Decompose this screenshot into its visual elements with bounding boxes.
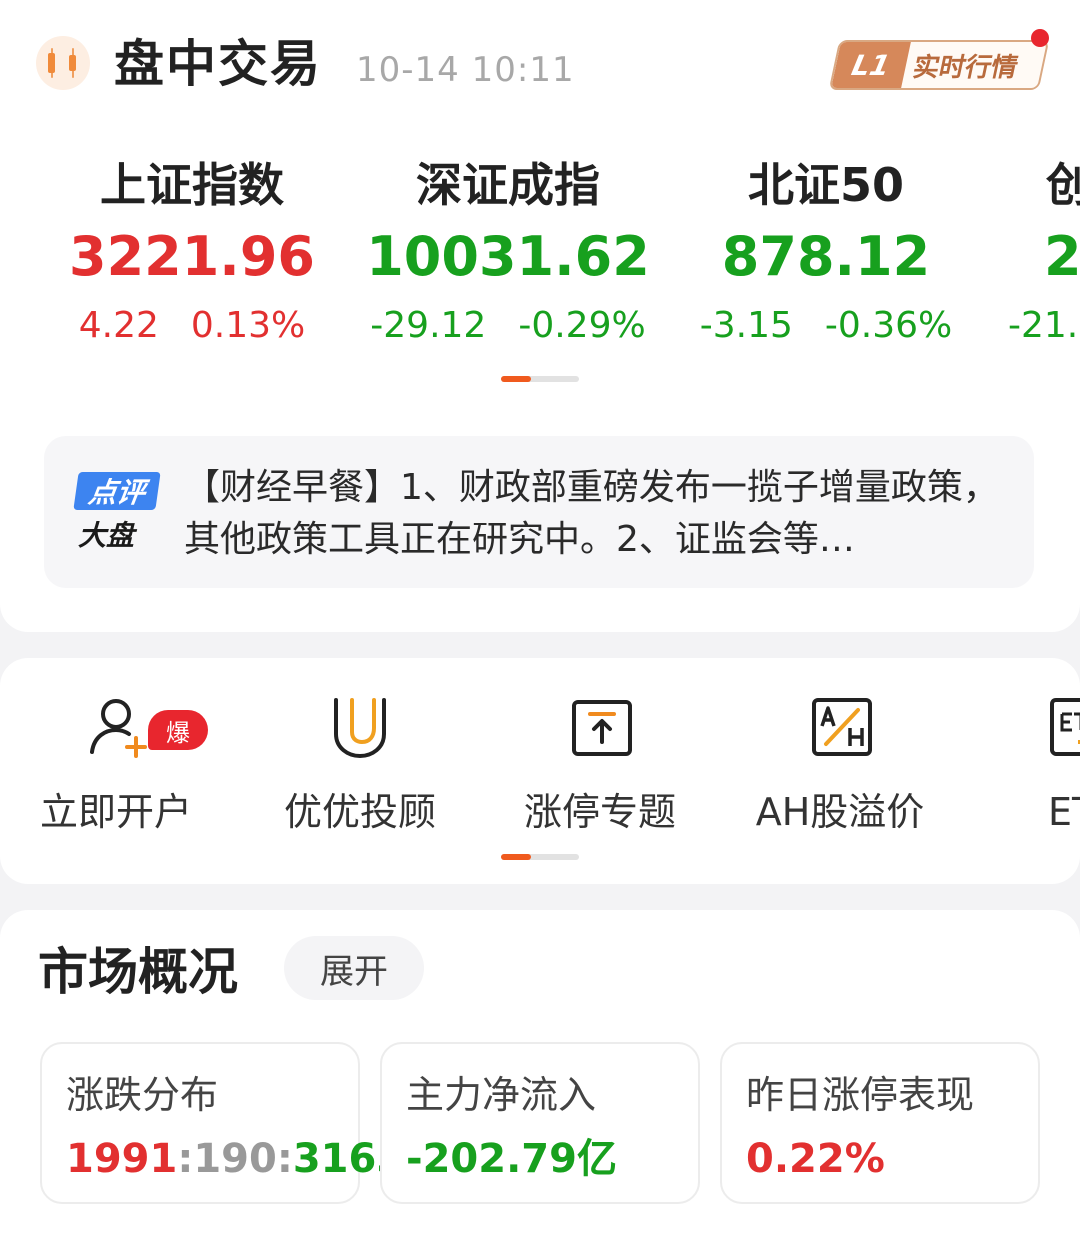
tool-advisor[interactable]: 优优投顾 (250, 692, 470, 842)
quick-tools-card: 爆 立即开户 优优投顾 涨停专题 AH股溢价 E (0, 658, 1080, 884)
level-label: L1 (831, 42, 911, 88)
tool-label: 涨停专题 (523, 790, 676, 834)
index-card-shanghai[interactable]: 上证指数 3221.96 4.22 0.13% (32, 150, 352, 356)
stat-value: 0.22% (746, 1136, 885, 1182)
index-name: 深证成指 (416, 158, 600, 212)
stat-advance-decline[interactable]: 涨跌分布 1991:190:3163 (40, 1042, 404, 1204)
index-value: 10031.62 (366, 225, 650, 288)
realtime-label: 实时行情 (910, 52, 1021, 83)
index-name: 创 (1046, 158, 1080, 212)
news-text: 【财经早餐】1、财政部重磅发布一揽子增量政策，其他政策工具正在研究中。2、证监会… (184, 467, 999, 560)
separator: : (177, 1136, 194, 1182)
tools-pager (501, 854, 579, 860)
section-title: 市场概况 (38, 943, 238, 1001)
change-percent: -0.29% (518, 305, 646, 346)
tool-label: 立即开户 (39, 790, 192, 834)
timestamp: 10-14 10:11 (356, 50, 575, 90)
news-banner[interactable]: 点评 大盘 【财经早餐】1、财政部重磅发布一揽子增量政策，其他政策工具正在研究中… (44, 436, 1034, 588)
index-change: -3.15 -0.36% (666, 296, 986, 356)
index-name: 北证50 (747, 158, 904, 212)
index-value: 3221.96 (69, 225, 315, 288)
stat-label: 主力净流入 (406, 1073, 597, 1117)
logo-top: 点评 (73, 472, 161, 510)
index-change: -21. (1008, 305, 1079, 346)
change-amount: -29.12 (370, 305, 487, 346)
logo-bottom: 大盘 (78, 519, 135, 552)
expand-button[interactable]: 展开 (284, 936, 424, 1000)
stat-value: 1991:190:3163 (66, 1134, 404, 1184)
candlestick-icon (36, 36, 90, 90)
advisor-icon (334, 698, 386, 759)
stat-value: -202.79亿 (406, 1136, 617, 1182)
stat-label: 涨跌分布 (66, 1073, 219, 1117)
ah-premium-icon (812, 698, 872, 756)
advance-count: 1991 (66, 1136, 178, 1182)
tool-label: AH股溢价 (755, 790, 925, 834)
stat-main-net-inflow[interactable]: 主力净流入 -202.79亿 (380, 1042, 700, 1204)
index-name: 上证指数 (100, 158, 284, 212)
market-comment-logo: 点评 大盘 (73, 472, 164, 556)
realtime-quote-badge[interactable]: L1 实时行情 (828, 40, 1050, 90)
change-percent: 0.13% (190, 305, 306, 346)
index-pager (501, 376, 579, 382)
stat-label: 昨日涨停表现 (746, 1073, 975, 1117)
add-user-icon (90, 699, 147, 758)
etf-icon (1050, 698, 1080, 756)
tool-etf[interactable]: ET (1040, 692, 1080, 842)
separator: : (276, 1136, 293, 1182)
market-summary-card: 市场概况 展开 涨跌分布 1991:190:3163 主力净流入 -202.79… (0, 910, 1080, 1258)
market-overview-card: 盘中交易 10-14 10:11 L1 实时行情 上证指数 3221.96 4.… (0, 0, 1080, 632)
tool-open-account[interactable]: 爆 立即开户 (6, 692, 226, 842)
index-value: 20 (1044, 225, 1080, 288)
index-card-beijing50[interactable]: 北证50 878.12 -3.15 -0.36% (666, 150, 986, 356)
index-card-chinext[interactable]: 创 20 -21. (1000, 150, 1080, 356)
change-amount: 4.22 (78, 305, 159, 346)
tool-label: 优优投顾 (283, 790, 436, 834)
notification-dot (1031, 29, 1049, 47)
change-percent: -0.36% (824, 305, 953, 346)
stat-yesterday-limit-up[interactable]: 昨日涨停表现 0.22% (720, 1042, 1040, 1204)
change-amount: -3.15 (699, 305, 793, 346)
page-title: 盘中交易 (114, 35, 322, 93)
flat-count: 190 (193, 1136, 277, 1182)
limit-up-icon (572, 700, 632, 756)
index-change: 4.22 0.13% (32, 296, 352, 356)
index-value: 878.12 (721, 225, 931, 288)
index-card-shenzhen[interactable]: 深证成指 10031.62 -29.12 -0.29% (348, 150, 668, 356)
hot-badge: 爆 (148, 710, 208, 750)
tool-limit-up[interactable]: 涨停专题 (490, 692, 710, 842)
tool-label: ET (1048, 790, 1080, 834)
tool-ah-premium[interactable]: AH股溢价 (730, 692, 950, 842)
index-change: -29.12 -0.29% (348, 296, 668, 356)
